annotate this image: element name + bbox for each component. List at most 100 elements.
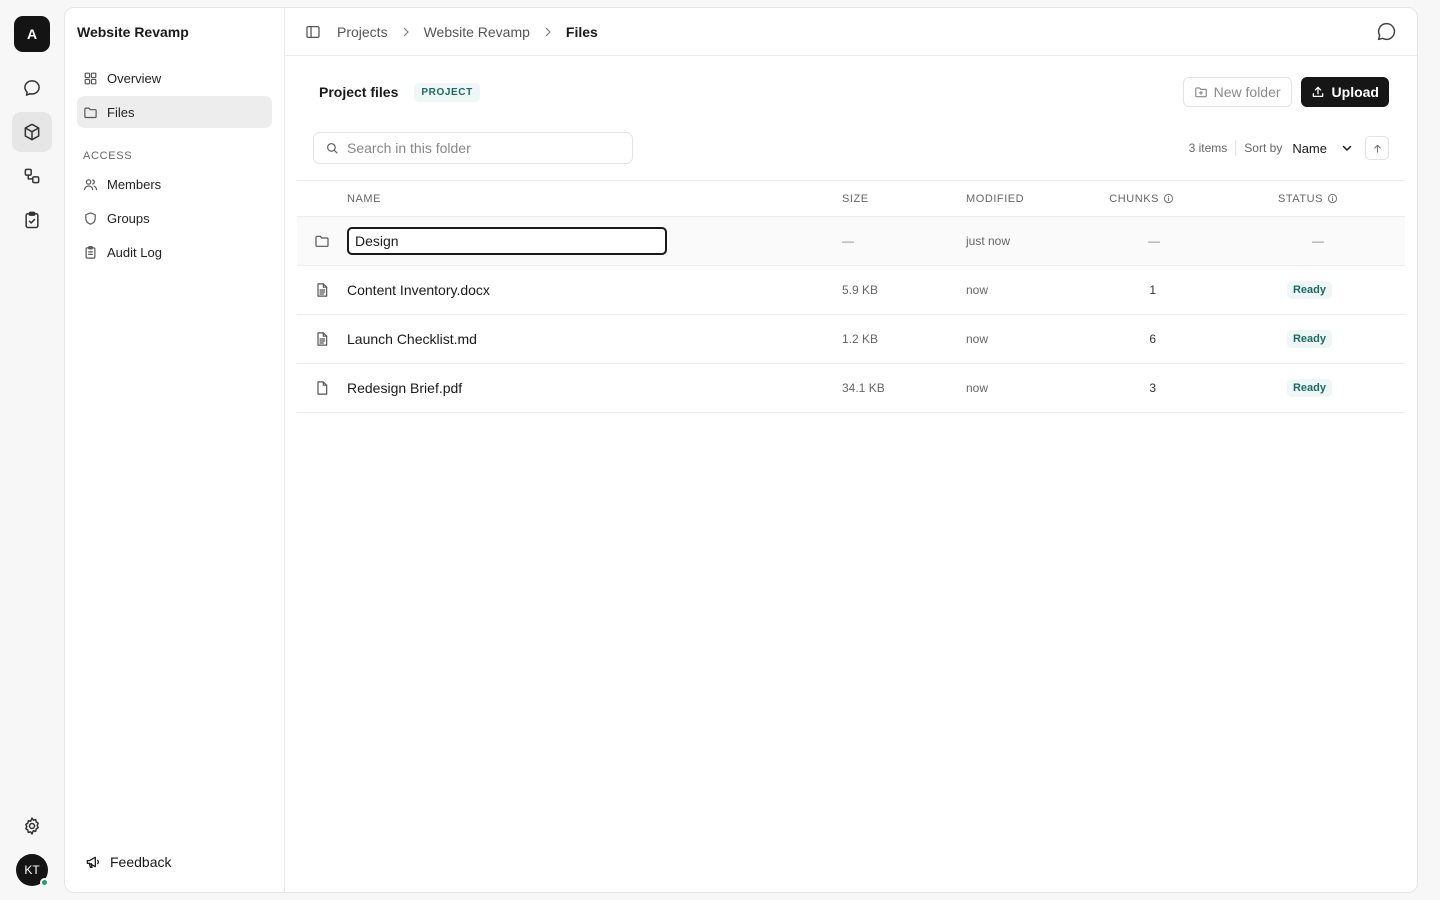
upload-label: Upload (1331, 84, 1379, 100)
folder-icon (297, 233, 347, 249)
cell-chunks: 1 (1149, 283, 1156, 297)
main-panel: Website Revamp Overview Files ACCESS Mem… (64, 7, 1418, 893)
column-size[interactable]: SIZE (842, 193, 966, 205)
column-label: CHUNKS (1109, 192, 1159, 205)
sort-by-label: Sort by (1244, 141, 1283, 155)
new-folder-label: New folder (1213, 84, 1281, 100)
rename-input[interactable] (347, 227, 667, 255)
upload-button[interactable]: Upload (1300, 77, 1389, 107)
rail-tasks-button[interactable] (12, 200, 52, 240)
rail-chat-button[interactable] (12, 68, 52, 108)
project-sidebar: Website Revamp Overview Files ACCESS Mem… (65, 8, 285, 892)
files-header: Project files PROJECT New folder Upload (285, 56, 1417, 128)
sort-select[interactable]: Name (1292, 141, 1353, 156)
breadcrumb: Projects Website Revamp Files (337, 24, 598, 40)
access-section-label: ACCESS (83, 150, 133, 162)
org-switcher[interactable]: A (14, 16, 50, 52)
divider (1235, 140, 1237, 156)
breadcrumb-project[interactable]: Website Revamp (424, 24, 530, 40)
cell-size: — (842, 234, 854, 248)
file-name[interactable]: Launch Checklist.md (347, 331, 842, 347)
presence-indicator (40, 878, 49, 887)
sidebar-item-members[interactable]: Members (77, 168, 272, 200)
table-row[interactable]: Launch Checklist.md 1.2 KB now 6 Ready (297, 315, 1405, 364)
user-avatar[interactable]: KT (16, 854, 49, 887)
chat-bubble-icon (22, 78, 42, 98)
new-folder-button[interactable]: New folder (1182, 77, 1292, 107)
cell-size: 1.2 KB (842, 332, 879, 346)
feedback-label: Feedback (110, 854, 172, 870)
cell-modified: now (966, 283, 989, 297)
table-row[interactable]: — just now — — (297, 217, 1405, 266)
info-icon (1327, 193, 1338, 204)
cell-modified: now (966, 332, 989, 346)
project-name: Website Revamp (77, 24, 189, 40)
toggle-sidebar-button[interactable] (305, 24, 321, 40)
search-icon (325, 141, 339, 155)
column-status[interactable]: STATUS (1174, 193, 1338, 205)
file-icon (297, 380, 347, 396)
sidebar-item-label: Audit Log (107, 244, 162, 260)
document-icon (297, 282, 347, 298)
sidebar-item-label: Members (107, 176, 162, 192)
sidebar-item-label: Groups (107, 210, 150, 226)
folder-icon (83, 105, 98, 120)
document-icon (297, 331, 347, 347)
cell-chunks: — (1148, 234, 1160, 248)
scope-badge: PROJECT (414, 82, 480, 102)
sidebar-toggle-icon (305, 24, 321, 40)
cell-modified: just now (966, 234, 1011, 248)
sidebar-item-files[interactable]: Files (77, 96, 272, 128)
content-area: Projects Website Revamp Files Project fi… (285, 8, 1417, 892)
chevron-down-icon (1341, 142, 1353, 154)
files-toolbar: 3 items Sort by Name (285, 128, 1417, 168)
file-name[interactable]: Content Inventory.docx (347, 282, 842, 298)
upload-icon (1311, 85, 1325, 99)
gear-icon (22, 816, 42, 836)
folder-plus-icon (1194, 85, 1208, 99)
item-count: 3 items (1188, 141, 1228, 155)
column-name[interactable]: NAME (347, 193, 842, 205)
box-icon (22, 122, 42, 142)
cell-chunks: 3 (1149, 381, 1156, 395)
sidebar-item-label: Files (107, 104, 135, 120)
arrow-up-icon (1372, 143, 1383, 154)
icon-rail: A KT (0, 0, 64, 900)
rail-settings-button[interactable] (12, 806, 52, 846)
status-badge: Ready (1286, 379, 1332, 397)
search-input[interactable] (347, 140, 621, 156)
shield-icon (83, 211, 98, 226)
cell-chunks: 6 (1149, 332, 1156, 346)
column-modified[interactable]: MODIFIED (966, 193, 1066, 205)
table-row[interactable]: Redesign Brief.pdf 34.1 KB now 3 Ready (297, 364, 1405, 413)
info-icon (1163, 193, 1174, 204)
cell-size: 34.1 KB (842, 381, 885, 395)
rail-projects-button[interactable] (12, 112, 52, 152)
megaphone-icon (85, 854, 101, 870)
rail-workflows-button[interactable] (12, 156, 52, 196)
column-chunks[interactable]: CHUNKS (1066, 193, 1174, 205)
org-initial: A (26, 26, 38, 42)
sort-direction-button[interactable] (1365, 136, 1389, 160)
sidebar-item-audit-log[interactable]: Audit Log (77, 236, 272, 268)
breadcrumb-current: Files (565, 23, 598, 40)
clipboard-check-icon (22, 210, 42, 230)
chevron-right-icon (400, 26, 412, 38)
table-row[interactable]: Content Inventory.docx 5.9 KB now 1 Read… (297, 266, 1405, 315)
sort-value: Name (1292, 140, 1327, 156)
files-table: NAME SIZE MODIFIED CHUNKS STATUS Design … (297, 180, 1405, 413)
sidebar-item-overview[interactable]: Overview (77, 62, 272, 94)
table-header: NAME SIZE MODIFIED CHUNKS STATUS (297, 181, 1405, 217)
feedback-button[interactable]: Feedback (77, 846, 272, 878)
breadcrumb-projects[interactable]: Projects (337, 24, 388, 40)
chat-circle-icon (1376, 21, 1397, 42)
file-name[interactable]: Redesign Brief.pdf (347, 380, 842, 396)
users-icon (83, 177, 98, 192)
clipboard-icon (83, 245, 98, 260)
cell-size: 5.9 KB (842, 283, 879, 297)
status-badge: Ready (1286, 330, 1332, 348)
search-box (313, 132, 633, 164)
sidebar-item-groups[interactable]: Groups (77, 202, 272, 234)
assistant-button[interactable] (1376, 21, 1397, 42)
user-initials: KT (24, 863, 40, 877)
